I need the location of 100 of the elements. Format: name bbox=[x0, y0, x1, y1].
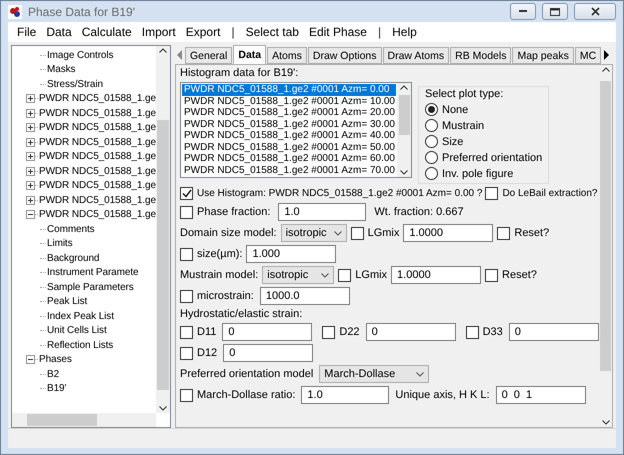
menu-item[interactable]: Calculate bbox=[76, 25, 137, 39]
checkbox[interactable] bbox=[180, 187, 193, 200]
tree-item[interactable]: Stress/Strain bbox=[46, 78, 103, 90]
list-item[interactable]: PWDR NDC5_01588_1.ge2 #0001 Azm= 40.00 bbox=[182, 130, 396, 142]
checkbox[interactable] bbox=[180, 248, 193, 260]
expand-icon[interactable] bbox=[26, 152, 35, 162]
tree-item[interactable]: B2 bbox=[46, 368, 60, 380]
dropdown[interactable]: isotropic bbox=[280, 224, 347, 242]
tab[interactable]: MC bbox=[574, 47, 602, 64]
maximize-button[interactable] bbox=[542, 3, 568, 20]
tree-item[interactable]: PWDR NDC5_01588_1.ge bbox=[38, 194, 156, 206]
radio-button[interactable] bbox=[425, 151, 438, 164]
tab[interactable]: Atoms bbox=[267, 47, 307, 64]
tree-item[interactable]: PWDR NDC5_01588_1.ge bbox=[38, 93, 156, 104]
expand-icon[interactable] bbox=[26, 94, 35, 104]
radio-button[interactable] bbox=[425, 103, 438, 116]
checkbox[interactable] bbox=[180, 346, 193, 360]
dropdown[interactable]: isotropic bbox=[262, 266, 334, 284]
tree-item[interactable]: Masks bbox=[46, 64, 76, 76]
menu-item[interactable]: Select tab bbox=[240, 25, 304, 39]
list-item[interactable]: PWDR NDC5_01588_1.ge2 #0001 Azm= 70.00 bbox=[182, 164, 396, 176]
list-item[interactable]: PWDR NDC5_01588_1.ge2 #0001 Azm= 60.00 bbox=[182, 153, 396, 164]
list-item[interactable]: PWDR NDC5_01588_1.ge2 #0001 Azm= 20.00 bbox=[182, 107, 396, 118]
checkbox[interactable] bbox=[350, 226, 364, 240]
vertical-scrollbar[interactable] bbox=[156, 46, 170, 413]
menu-item[interactable]: Export bbox=[180, 25, 226, 39]
expand-icon[interactable] bbox=[26, 123, 35, 132]
checkbox[interactable] bbox=[497, 226, 510, 240]
expand-icon[interactable] bbox=[26, 166, 35, 176]
tab[interactable]: General bbox=[185, 47, 232, 64]
input-field[interactable]: 1000.0 bbox=[260, 287, 350, 305]
checkbox[interactable] bbox=[180, 388, 193, 402]
input-field[interactable]: 1.0000 bbox=[403, 224, 494, 242]
menu-item[interactable]: Data bbox=[41, 25, 77, 39]
tree-item[interactable]: Phases bbox=[38, 354, 72, 366]
expand-icon[interactable] bbox=[26, 196, 35, 205]
checkbox[interactable] bbox=[180, 326, 193, 338]
scroll-left-icon[interactable] bbox=[175, 49, 184, 61]
tree-item[interactable]: Peak List bbox=[46, 296, 88, 308]
tree-item[interactable]: PWDR NDC5_01588_1.ge bbox=[38, 151, 156, 162]
checkbox[interactable] bbox=[485, 187, 498, 200]
expand-icon[interactable] bbox=[26, 181, 35, 190]
radio-button[interactable] bbox=[425, 135, 438, 148]
checkbox[interactable] bbox=[466, 326, 479, 338]
tree-item[interactable]: B19' bbox=[46, 383, 66, 394]
checkbox[interactable] bbox=[322, 326, 336, 338]
list-item[interactable]: PWDR NDC5_01588_1.ge2 #0001 Azm= 10.00 bbox=[182, 96, 396, 107]
tree-item[interactable]: PWDR NDC5_01588_1.ge bbox=[38, 180, 156, 192]
tab[interactable]: Draw Options bbox=[308, 47, 382, 64]
expand-icon[interactable] bbox=[26, 138, 35, 147]
tree-item[interactable]: Reflection Lists bbox=[46, 340, 114, 351]
checkbox[interactable] bbox=[180, 290, 193, 302]
checkbox[interactable] bbox=[485, 268, 498, 282]
input-field[interactable]: 1.000 bbox=[246, 245, 336, 263]
list-item[interactable]: PWDR NDC5_01588_1.ge2 #0001 Azm= 0.00 bbox=[182, 84, 396, 96]
checkbox[interactable] bbox=[338, 268, 352, 282]
tree-item[interactable]: PWDR NDC5_01588_1.ge bbox=[38, 122, 156, 134]
list-item[interactable]: PWDR NDC5_01588_1.ge2 #0001 Azm= 50.00 bbox=[182, 142, 396, 153]
input-field[interactable]: 0 bbox=[223, 344, 314, 362]
input-field[interactable]: 1.0 bbox=[278, 203, 366, 221]
histogram-list[interactable] bbox=[180, 82, 412, 178]
tree-item[interactable]: Index Peak List bbox=[46, 310, 114, 322]
menu-item[interactable]: File bbox=[12, 25, 42, 39]
input-field[interactable]: 0 bbox=[222, 323, 312, 341]
collapse-icon[interactable] bbox=[26, 355, 35, 364]
tree-item[interactable]: Limits bbox=[46, 238, 73, 250]
tree-item[interactable]: Image Controls bbox=[46, 50, 114, 61]
input-field[interactable]: 0 bbox=[366, 323, 456, 341]
tree-item[interactable]: PWDR NDC5_01588_1.ge bbox=[38, 209, 156, 220]
tree-item[interactable]: Background bbox=[46, 252, 100, 264]
menu-item[interactable]: Import bbox=[136, 25, 181, 39]
tab[interactable]: Data bbox=[233, 45, 266, 64]
tree-item[interactable]: PWDR NDC5_01588_1.ge bbox=[38, 108, 156, 119]
dropdown[interactable]: March-Dollase bbox=[319, 365, 430, 383]
tree-item[interactable]: Instrument Paramete bbox=[46, 267, 138, 278]
expand-icon[interactable] bbox=[26, 108, 35, 118]
tree-item[interactable]: PWDR NDC5_01588_1.ge bbox=[38, 166, 156, 177]
vertical-scrollbar[interactable] bbox=[599, 65, 612, 427]
radio-button[interactable] bbox=[425, 167, 438, 180]
vertical-scrollbar[interactable] bbox=[397, 83, 411, 177]
input-field[interactable]: 1.0 bbox=[301, 386, 390, 404]
scroll-right-icon[interactable] bbox=[602, 49, 612, 61]
checkbox[interactable] bbox=[180, 206, 193, 218]
input-field[interactable]: 0 0 1 bbox=[496, 386, 586, 404]
minimize-button[interactable] bbox=[510, 3, 536, 20]
tab[interactable]: Map peaks bbox=[512, 47, 574, 64]
tree-item[interactable]: Comments bbox=[46, 224, 95, 235]
close-button[interactable] bbox=[574, 3, 616, 20]
input-field[interactable]: 1.0000 bbox=[391, 266, 482, 284]
tree-item[interactable]: PWDR NDC5_01588_1.ge bbox=[38, 136, 156, 148]
collapse-icon[interactable] bbox=[26, 210, 35, 220]
radio-button[interactable] bbox=[425, 119, 438, 132]
list-item[interactable]: PWDR NDC5_01588_1.ge2 #0001 Azm= 30.00 bbox=[182, 118, 396, 130]
tree-item[interactable]: Unit Cells List bbox=[46, 325, 107, 336]
horizontal-scrollbar[interactable] bbox=[12, 413, 156, 427]
menu-item[interactable]: Edit Phase bbox=[304, 25, 372, 39]
tab[interactable]: RB Models bbox=[450, 47, 512, 64]
tree-item[interactable]: Sample Parameters bbox=[46, 282, 134, 293]
menu-item[interactable]: Help bbox=[387, 25, 422, 39]
input-field[interactable]: 0 bbox=[508, 323, 599, 341]
